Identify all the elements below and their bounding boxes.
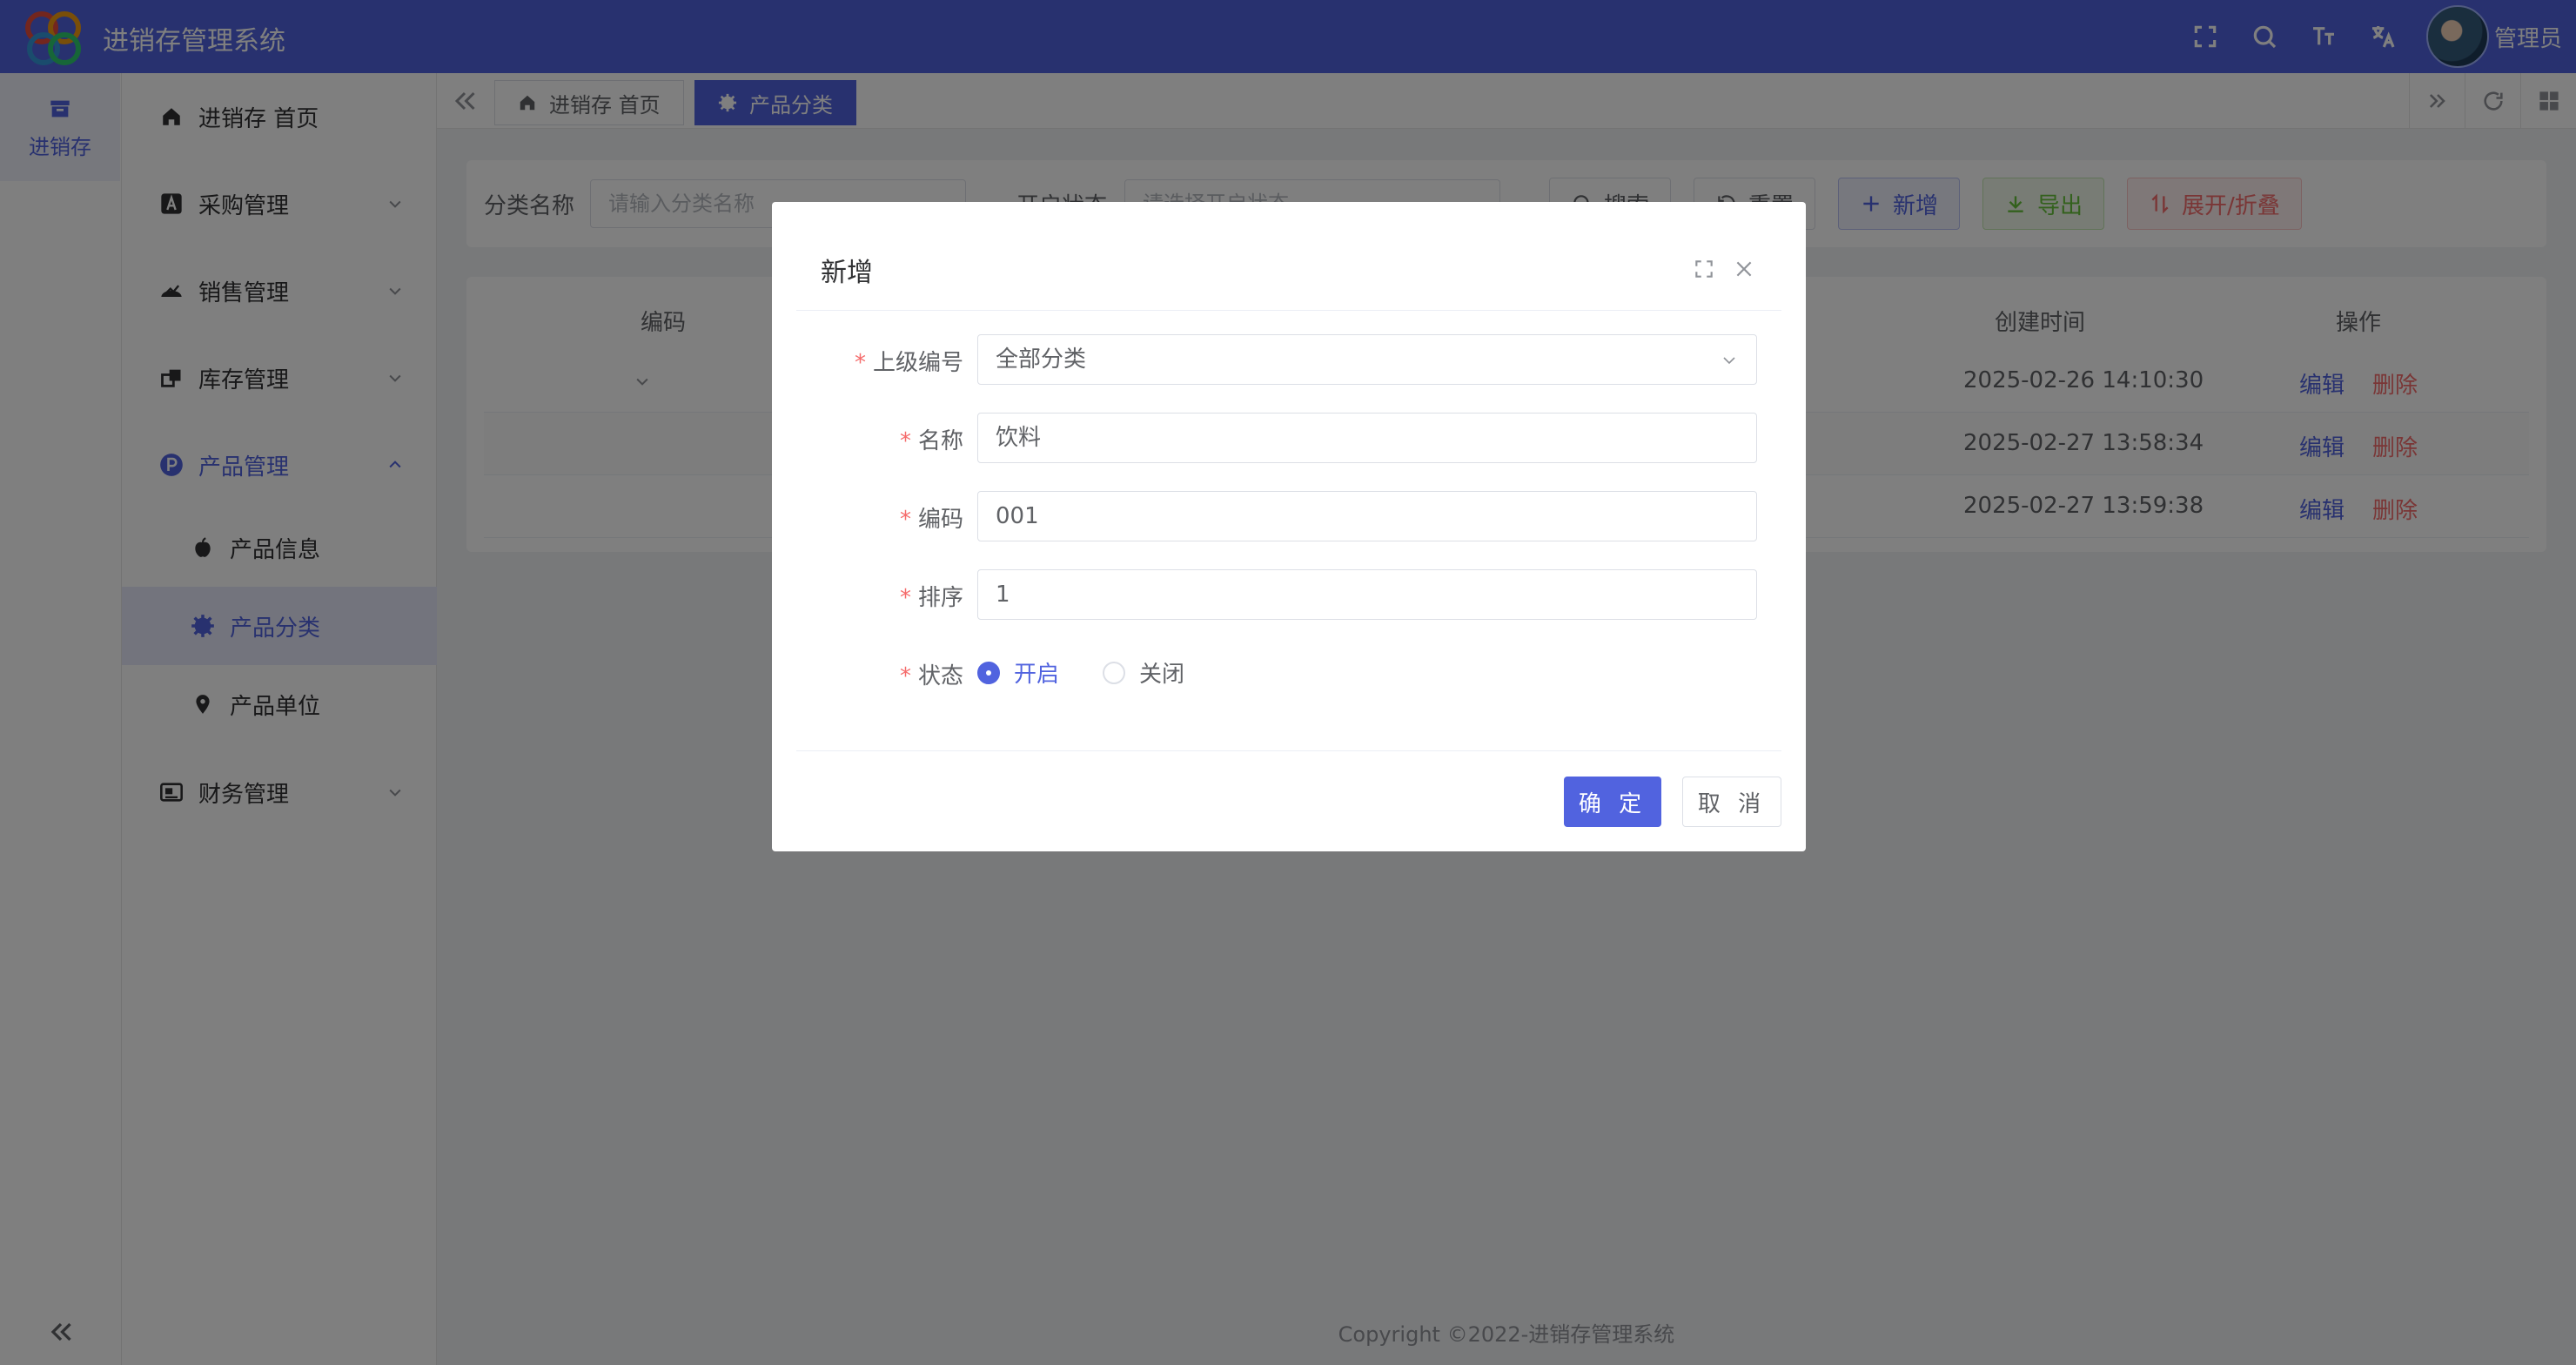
radio-dot xyxy=(1103,661,1125,684)
code-label: * 编码 xyxy=(772,501,963,534)
required-mark: * xyxy=(899,507,911,533)
status-label-text: 状态 xyxy=(917,663,963,689)
status-label: * 状态 xyxy=(772,658,963,690)
sort-input[interactable]: 1 xyxy=(977,569,1757,620)
parent-code-value: 全部分类 xyxy=(996,346,1087,373)
sort-label-text: 排序 xyxy=(917,585,963,611)
sort-label: * 排序 xyxy=(772,580,963,612)
chevron-down-icon xyxy=(1723,357,1735,365)
status-radio-close[interactable]: 关闭 xyxy=(1103,656,1184,689)
dialog-header-divider xyxy=(796,310,1781,311)
fullscreen-icon[interactable] xyxy=(1693,258,1715,280)
name-label: * 名称 xyxy=(772,423,963,455)
code-input[interactable]: 001 xyxy=(977,491,1757,541)
name-label-text: 名称 xyxy=(917,428,963,454)
dialog-footer-divider xyxy=(796,750,1781,751)
cancel-button[interactable]: 取 消 xyxy=(1682,777,1781,827)
name-input[interactable]: 饮料 xyxy=(977,413,1757,463)
required-mark: * xyxy=(899,428,911,454)
parent-code-label: * 上级编号 xyxy=(772,345,963,377)
status-radio-open[interactable]: 开启 xyxy=(977,656,1059,689)
radio-label: 开启 xyxy=(1014,662,1060,688)
confirm-button[interactable]: 确 定 xyxy=(1564,777,1661,827)
parent-code-select[interactable]: 全部分类 xyxy=(977,334,1757,385)
radio-label: 关闭 xyxy=(1139,662,1185,688)
dialog-title: 新增 xyxy=(821,258,873,288)
required-mark: * xyxy=(854,350,866,376)
required-mark: * xyxy=(899,663,911,689)
required-mark: * xyxy=(899,585,911,611)
add-dialog: 新增 * 上级编号 全部分类 * 名称 饮料 * 编码 001 * 排序 1 * 状态 开… xyxy=(772,202,1806,851)
parent-code-label-text: 上级编号 xyxy=(872,350,963,376)
radio-dot xyxy=(977,661,1000,684)
code-label-text: 编码 xyxy=(917,507,963,533)
close-icon[interactable] xyxy=(1733,258,1755,280)
